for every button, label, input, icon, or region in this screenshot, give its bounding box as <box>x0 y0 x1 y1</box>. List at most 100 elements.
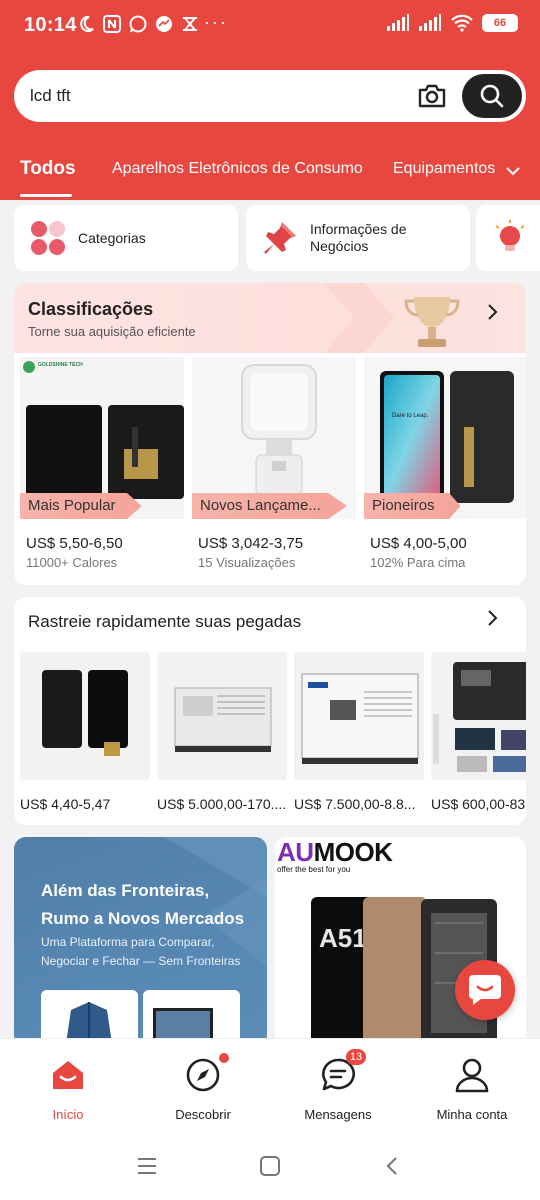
pushpin-icon <box>264 222 296 254</box>
product-price: US$ 5,50-6,50 <box>26 535 123 552</box>
status-bar: 10:14 ··· 66 <box>0 0 540 52</box>
tab-consumer-electronics[interactable]: Aparelhos Eletrônicos de Consumo <box>112 160 363 178</box>
capcut-icon <box>183 17 197 31</box>
nav-label: Mensagens <box>304 1107 372 1122</box>
rankings-subtitle: Torne sua aquisição eficiente <box>28 324 196 339</box>
moon-icon <box>80 15 94 32</box>
chat-floating-button[interactable] <box>455 960 515 1020</box>
generator-image <box>294 652 424 780</box>
product-meta: 102% Para cima <box>370 555 466 570</box>
ranking-tag: Pioneiros <box>364 493 461 519</box>
recent-product[interactable]: US$ 5.000,00-170.... <box>157 652 287 812</box>
tab-todos[interactable]: Todos <box>20 158 76 180</box>
status-time: 10:14 <box>24 14 77 36</box>
banner-title: Além das Fronteiras, Rumo a Novos Mercad… <box>41 881 245 928</box>
lightbulb-icon <box>495 220 525 251</box>
quick-link-label: Informações de Negócios <box>310 221 407 254</box>
user-icon <box>454 1057 490 1093</box>
recently-viewed-title[interactable]: Rastreie rapidamente suas pegadas <box>28 612 301 632</box>
camera-icon[interactable] <box>416 80 448 112</box>
chevron-down-icon[interactable] <box>504 162 522 180</box>
nav-messages[interactable]: 13 Mensagens <box>278 1049 398 1122</box>
menu-icon[interactable] <box>136 1156 158 1176</box>
status-more-dots: ··· <box>204 12 228 32</box>
whatsapp-icon <box>129 15 147 33</box>
message-icon: 13 <box>320 1049 366 1093</box>
quick-link-ideas[interactable] <box>476 205 540 271</box>
chevron-right-icon[interactable] <box>486 609 500 627</box>
nav-label: Minha conta <box>436 1107 508 1122</box>
recent-product[interactable]: US$ 4,40-5,47 <box>20 652 150 812</box>
model-text: A51 <box>319 923 367 953</box>
promo-banner-global[interactable]: Além das Fronteiras, Rumo a Novos Mercad… <box>14 837 267 1047</box>
rankings-section: Classificações Torne sua aquisição efici… <box>14 283 526 585</box>
recent-product[interactable]: US$ 7.500,00-8.8... <box>294 652 424 812</box>
wifi-icon <box>451 14 473 32</box>
search-bar[interactable] <box>14 70 526 122</box>
product-price: US$ 3,042-3,75 <box>198 535 304 552</box>
back-icon[interactable] <box>384 1156 400 1176</box>
message-count-badge: 13 <box>346 1049 366 1065</box>
product-image: Novos Lançame... <box>192 357 356 519</box>
lcd-pair-image <box>20 652 150 780</box>
power-station-image <box>431 652 526 780</box>
tab-active-indicator <box>20 194 72 197</box>
rankings-title: Classificações <box>28 299 154 319</box>
generator-image <box>157 652 287 780</box>
notification-dot <box>219 1053 229 1063</box>
category-tabs: Todos Aparelhos Eletrônicos de Consumo E… <box>0 150 540 197</box>
ranking-card[interactable]: GOLDSHINE TECH Mais Popular US$ 5,50-6,5… <box>20 357 184 570</box>
battery-indicator: 66 <box>482 14 518 32</box>
ranking-tag: Novos Lançame... <box>192 493 347 519</box>
product-meta: 11000+ Calores <box>26 555 118 570</box>
system-navigation-bar <box>0 1136 540 1200</box>
status-notification-icons <box>76 14 200 34</box>
quick-link-business-info[interactable]: Informações de Negócios <box>246 205 470 271</box>
nav-account[interactable]: Minha conta <box>412 1057 532 1122</box>
product-image: Dare to Leap. Pioneiros <box>364 357 526 519</box>
banner-subtitle: Uma Plataforma para Comparar, Negociar e… <box>41 935 241 968</box>
product-price: US$ 4,00-5,00 <box>370 535 467 552</box>
ranking-tag: Mais Popular <box>20 493 142 519</box>
nav-label: Descobrir <box>175 1107 231 1122</box>
chevron-decoration-icon <box>324 283 394 353</box>
status-right-icons: 66 <box>386 14 518 32</box>
brand-text: GOLDSHINE TECH <box>38 362 83 368</box>
chat-icon <box>469 975 501 1005</box>
messenger-icon <box>156 16 172 32</box>
aumook-tagline: offer the best for you <box>277 865 351 874</box>
home-square-icon[interactable] <box>259 1156 281 1176</box>
product-image <box>294 652 424 780</box>
quick-link-label: Categorias <box>78 229 146 246</box>
nav-discover[interactable]: Descobrir <box>143 1053 263 1122</box>
chevron-right-icon[interactable] <box>486 303 500 321</box>
search-icon <box>480 84 504 108</box>
product-image <box>157 652 287 780</box>
home-icon <box>50 1057 86 1093</box>
search-input[interactable] <box>30 82 410 110</box>
signal-icon <box>387 14 409 31</box>
signal-icon-2 <box>419 14 441 31</box>
search-button[interactable] <box>462 74 522 118</box>
trophy-icon <box>404 297 460 347</box>
tab-equipment[interactable]: Equipamentos <box>393 160 495 178</box>
quick-link-categories[interactable]: Categorias <box>14 205 238 271</box>
nav-home[interactable]: Início <box>8 1057 128 1122</box>
bottom-navigation: Início Descobrir 13 Mensagens Minha cont… <box>0 1038 540 1136</box>
product-image <box>20 652 150 780</box>
rankings-header[interactable]: Classificações Torne sua aquisição efici… <box>14 283 526 353</box>
ranking-card[interactable]: Novos Lançame... US$ 3,042-3,75 15 Visua… <box>192 357 356 570</box>
product-meta: 15 Visualizações <box>198 555 296 570</box>
product-price: US$ 600,00-83 <box>431 796 526 812</box>
screen-slogan: Dare to Leap. <box>392 413 429 419</box>
ranking-card[interactable]: Dare to Leap. Pioneiros US$ 4,00-5,00 10… <box>364 357 526 570</box>
recent-product[interactable]: US$ 600,00-83 <box>431 652 526 812</box>
nfc-icon <box>103 15 121 33</box>
product-image: GOLDSHINE TECH Mais Popular <box>20 357 184 519</box>
nav-label: Início <box>52 1107 84 1122</box>
recently-viewed-section: Rastreie rapidamente suas pegadas US$ 4,… <box>14 597 526 825</box>
product-price: US$ 7.500,00-8.8... <box>294 796 416 812</box>
aumook-logo: AUMOOK <box>277 837 393 867</box>
product-price: US$ 5.000,00-170.... <box>157 796 287 812</box>
compass-icon <box>185 1053 229 1093</box>
